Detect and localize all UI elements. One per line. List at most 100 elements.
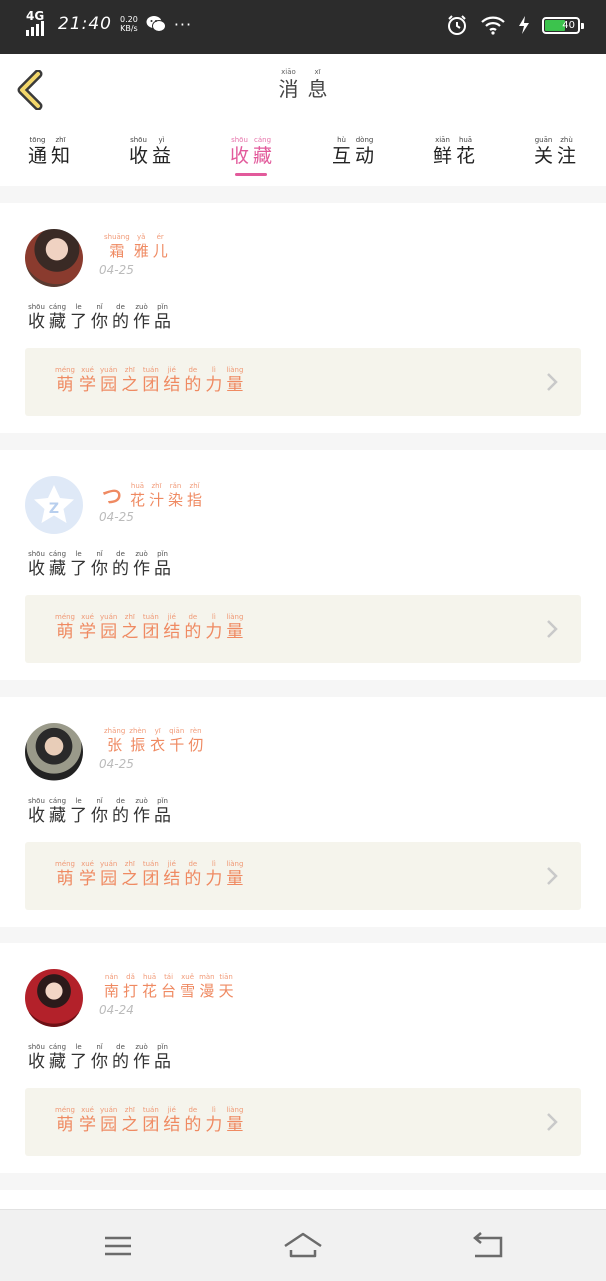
hanzi-char: 团	[142, 622, 160, 642]
ruby-char: lì 力	[205, 613, 222, 642]
hanzi-char: 衣	[150, 736, 166, 754]
hanzi-char: 力	[205, 375, 223, 395]
hanzi-char: 张	[107, 736, 123, 754]
ruby-char: zhī 之	[121, 1106, 138, 1135]
hanzi-char: 知	[51, 145, 71, 167]
home-icon[interactable]	[283, 1230, 323, 1262]
hanzi-char: 品	[154, 806, 172, 826]
pinyin-annotation: lì	[211, 860, 216, 868]
ruby-char: nán 南	[104, 973, 119, 1000]
hanzi-char: 振	[130, 736, 146, 754]
ruby-char: zhī 汁	[149, 482, 164, 509]
tab-notifications[interactable]: tōng 通 zhī 知	[26, 136, 72, 167]
chevron-right-icon	[547, 867, 558, 885]
hanzi-char: 之	[121, 622, 139, 642]
hanzi-char: 雪	[180, 982, 196, 1000]
ruby-char: dǎ 打	[123, 973, 138, 1000]
hanzi-char: 了	[70, 312, 88, 332]
pinyin-annotation: cáng	[49, 797, 67, 805]
ruby-char: de 的	[112, 550, 129, 579]
pinyin-annotation: huā	[142, 973, 157, 981]
hanzi-char: 量	[226, 375, 244, 395]
work-link[interactable]: méng 萌 xué 学 yuán 园 zhī 之 tuán 团 jié 结 de 的 lì 力 liàng 量	[25, 595, 581, 663]
work-link[interactable]: méng 萌 xué 学 yuán 园 zhī 之 tuán 团 jié 结 de 的 lì 力 liàng 量	[25, 348, 581, 416]
tab-flowers[interactable]: xiān 鲜 huā 花	[431, 136, 477, 167]
hanzi-char: 品	[154, 1052, 172, 1072]
hanzi-char: 收	[129, 145, 149, 167]
ruby-char: màn 漫	[199, 973, 215, 1000]
hanzi-char: 学	[79, 1115, 97, 1135]
avatar[interactable]	[25, 969, 83, 1027]
username[interactable]: つ huā 花 zhī 汁 rǎn 染 zhǐ 指	[102, 480, 204, 509]
menu-icon[interactable]	[98, 1230, 138, 1262]
pinyin-annotation: de	[116, 550, 125, 558]
hanzi-char: 的	[112, 559, 130, 579]
hanzi-char: 量	[226, 869, 244, 889]
tab-following[interactable]: guān 关 zhù 注	[532, 136, 578, 167]
alarm-icon	[448, 15, 466, 35]
ruby-char: guān 关	[534, 136, 553, 167]
username[interactable]: zhāng 张 zhèn 振 yī 衣 qiān 千 rèn 仞	[102, 727, 205, 754]
pinyin-annotation: ér	[156, 233, 164, 241]
hanzi-char: 动	[355, 145, 375, 167]
hanzi-char: 力	[205, 622, 223, 642]
ruby-char: xué 学	[79, 613, 96, 642]
pinyin-annotation: nǐ	[96, 303, 103, 311]
hanzi-char: 你	[91, 312, 109, 332]
pinyin-annotation: nǐ	[96, 797, 103, 805]
hanzi-char: 团	[142, 869, 160, 889]
username[interactable]: nán 南 dǎ 打 huā 花 tái 台 xuě 雪 màn 漫 tiān 天	[102, 973, 236, 1000]
pinyin-annotation: lì	[211, 1106, 216, 1114]
ruby-char: le 了	[70, 550, 87, 579]
speed-value: 0.20	[120, 15, 138, 24]
ruby-char: huā 花	[130, 482, 145, 509]
back-icon[interactable]	[467, 1230, 507, 1262]
pinyin-annotation: de	[116, 797, 125, 805]
hanzi-char: 台	[161, 982, 177, 1000]
pinyin-annotation: zhī	[124, 1106, 135, 1114]
hanzi-char: 作	[133, 559, 151, 579]
network-speed: 0.20 KB/s	[120, 15, 138, 33]
hanzi-char: 品	[154, 312, 172, 332]
hanzi-char: 息	[307, 77, 328, 101]
ruby-char: lì 力	[205, 860, 222, 889]
hanzi-char: 儿	[152, 242, 168, 260]
pinyin-annotation: zuò	[135, 797, 148, 805]
pinyin-annotation: de	[188, 860, 198, 868]
tab-favorites[interactable]: shōu 收 cáng 藏	[228, 136, 274, 176]
list-item: shuāng 霜 yǎ 雅 ér 儿 04-25 shōu 收 cáng 藏 le 了 nǐ 你 de 的 z…	[0, 203, 606, 433]
list-item: Z つ huā 花 zhī 汁 rǎn 染 zhǐ 指 04-25 shōu 收 cáng 藏 le 了 n…	[0, 450, 606, 680]
work-title: méng 萌 xué 学 yuán 园 zhī 之 tuán 团 jié 结 de 的 lì 力 liàng 量	[53, 613, 245, 642]
more-notifications: ···	[173, 14, 193, 34]
avatar[interactable]: Z	[25, 476, 83, 534]
hanzi-char: 园	[100, 1115, 118, 1135]
hanzi-char: 鲜	[433, 145, 453, 167]
page-title: xiāo 消 xī 息	[0, 68, 606, 101]
ruby-char: jié 结	[163, 613, 180, 642]
work-link[interactable]: méng 萌 xué 学 yuán 园 zhī 之 tuán 团 jié 结 de 的 lì 力 liàng 量	[25, 1088, 581, 1156]
hanzi-char: 互	[332, 145, 352, 167]
ruby-char: de 的	[112, 303, 129, 332]
avatar[interactable]	[25, 229, 83, 287]
ruby-char: xué 学	[79, 860, 96, 889]
pinyin-annotation: huā	[130, 482, 145, 490]
ruby-char: tuán 团	[142, 613, 159, 642]
pinyin-annotation: dǎ	[126, 973, 135, 981]
username[interactable]: shuāng 霜 yǎ 雅 ér 儿	[102, 233, 170, 260]
work-title: méng 萌 xué 学 yuán 园 zhī 之 tuán 团 jié 结 de 的 lì 力 liàng 量	[53, 860, 245, 889]
work-link[interactable]: méng 萌 xué 学 yuán 园 zhī 之 tuán 团 jié 结 de 的 lì 力 liàng 量	[25, 842, 581, 910]
message-text: shōu 收 cáng 藏 le 了 nǐ 你 de 的 zuò 作 pǐn 品	[26, 1043, 173, 1072]
hanzi-char: 漫	[199, 982, 215, 1000]
pinyin-annotation: cáng	[49, 303, 67, 311]
pinyin-annotation: shōu	[28, 303, 45, 311]
hanzi-char: 关	[534, 145, 554, 167]
pinyin-annotation: xué	[81, 366, 94, 374]
svg-text:Z: Z	[49, 501, 59, 517]
ruby-char: liàng 量	[226, 860, 243, 889]
message-date: 04-25	[99, 757, 134, 771]
tab-earnings[interactable]: shōu 收 yì 益	[127, 136, 173, 167]
pinyin-annotation: zhī	[124, 613, 135, 621]
avatar[interactable]	[25, 723, 83, 781]
tab-interactions[interactable]: hù 互 dòng 动	[330, 136, 376, 167]
ruby-char: pǐn 品	[154, 1043, 171, 1072]
